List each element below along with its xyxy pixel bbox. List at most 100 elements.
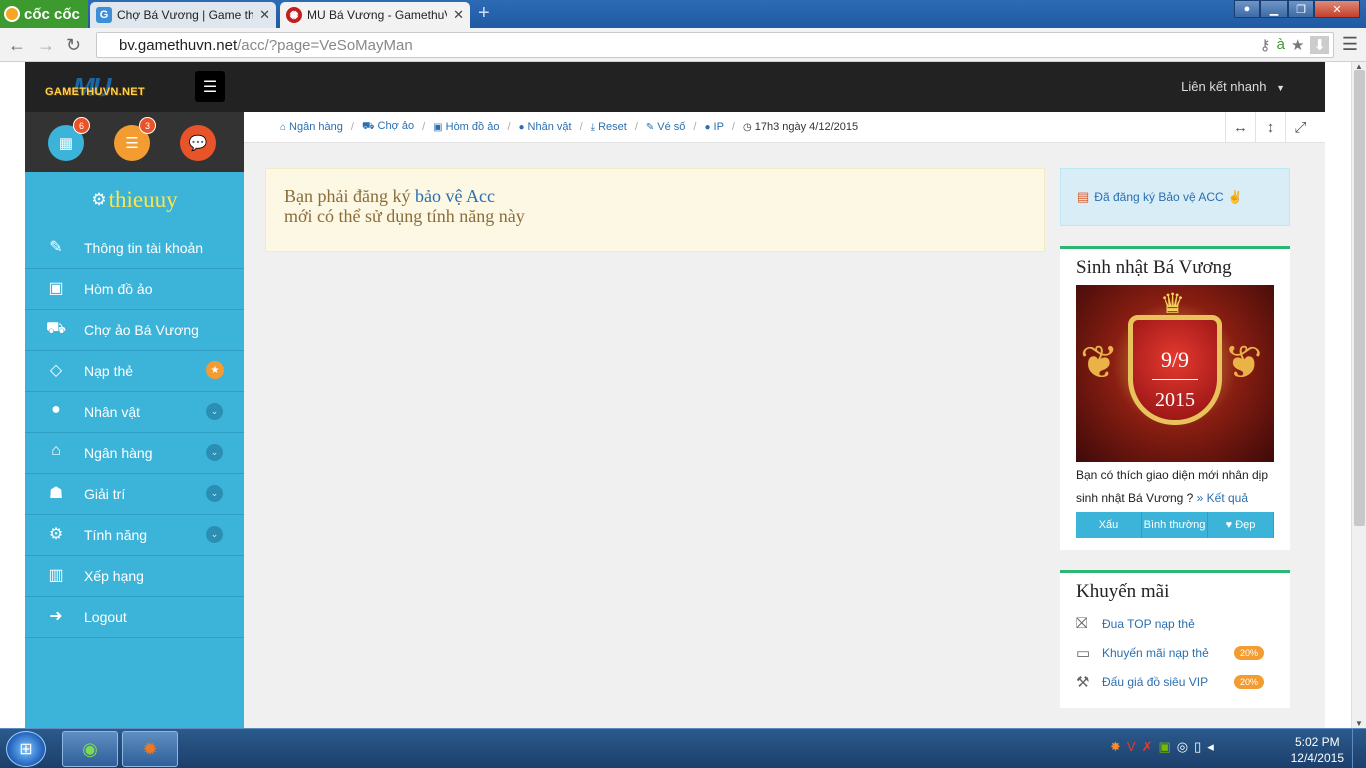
chevron-down-icon[interactable]: ⌄: [206, 485, 223, 502]
tray-app-icon[interactable]: ✸: [1110, 739, 1121, 755]
reload-icon[interactable]: ↻: [66, 35, 81, 56]
bank-icon: ⌂: [280, 122, 287, 133]
briefcase-icon: ▣: [48, 280, 64, 297]
site-logo[interactable]: MU GAMETHUVN.NET: [45, 72, 165, 104]
browser-tab-2[interactable]: ✺ MU Bá Vương - GamethuV ✕: [280, 2, 470, 28]
breadcrumb-item-market[interactable]: ⛟ Chợ ảo: [362, 120, 414, 134]
sidebar-item[interactable]: ⚙ Tính năng ⌄: [25, 515, 244, 556]
back-icon[interactable]: ←: [8, 35, 26, 56]
chat-button[interactable]: 💬: [180, 125, 216, 161]
browser-menu-icon[interactable]: ☰: [1342, 34, 1358, 55]
taskbar-game-button[interactable]: ✹: [122, 731, 178, 767]
coccoc-menu-button[interactable]: cốc cốc: [0, 0, 88, 28]
tray-nvidia-icon[interactable]: ▣: [1158, 739, 1170, 755]
forward-icon[interactable]: →: [37, 35, 55, 56]
sidebar-item[interactable]: ⛟ Chợ ảo Bá Vương: [25, 310, 244, 351]
page-scrollbar[interactable]: ▲ ▼: [1351, 62, 1366, 728]
coccoc-icon: ◉: [82, 738, 98, 759]
tray-volume-icon[interactable]: ◂: [1207, 739, 1214, 755]
calendar-button[interactable]: ▦ 6: [48, 117, 90, 161]
breadcrumb-item-inventory[interactable]: ▣ Hòm đồ ảo: [433, 121, 499, 133]
protect-status-box: ▤ Đã đăng ký Bảo vệ ACC ✌: [1060, 168, 1290, 226]
minimize-button[interactable]: ▁: [1260, 0, 1288, 18]
close-window-button[interactable]: ✕: [1314, 0, 1360, 18]
profile-icon[interactable]: ●: [1234, 0, 1260, 18]
breadcrumb-item-ip[interactable]: ● IP: [704, 121, 723, 133]
expand-vertical-icon[interactable]: ↕: [1255, 112, 1285, 143]
fullscreen-icon[interactable]: ⤢: [1285, 112, 1315, 143]
hamburger-menu-button[interactable]: ☰: [195, 71, 225, 102]
maximize-button[interactable]: ❐: [1288, 0, 1314, 18]
notification-badge: 3: [139, 117, 156, 134]
poll-question: Bạn có thích giao diện mới nhân dịp sinh…: [1076, 468, 1268, 505]
sidebar-item[interactable]: ⌂ Ngân hàng ⌄: [25, 433, 244, 474]
tray-disc-icon[interactable]: ◎: [1177, 739, 1188, 755]
sidebar-item[interactable]: ☗ Giải trí ⌄: [25, 474, 244, 515]
protect-account-link[interactable]: bảo vệ Acc: [415, 186, 495, 206]
bookmark-star-icon[interactable]: ★: [1291, 36, 1304, 54]
breadcrumb-item-character[interactable]: ● Nhân vật: [519, 121, 572, 133]
tray-x-icon[interactable]: ✗: [1142, 739, 1153, 755]
tray-network-icon[interactable]: ▯: [1194, 739, 1201, 755]
show-desktop-button[interactable]: [1352, 729, 1366, 768]
browser-tab-1[interactable]: G Chợ Bá Vương | Game thủ ✕: [90, 2, 276, 28]
key-icon[interactable]: ⚷: [1260, 36, 1271, 54]
reset-icon: ⤓: [590, 122, 596, 133]
start-button[interactable]: ⊞: [6, 731, 46, 767]
promo-item[interactable]: ⛝ Đua TOP nạp thẻ: [1076, 609, 1274, 638]
scrollbar-thumb[interactable]: [1354, 70, 1365, 526]
address-bar[interactable]: bv.gamethuvn.net/acc/?page=VeSoMayMan ⚷ …: [96, 32, 1334, 58]
ticket-icon: ✎: [645, 122, 655, 133]
scroll-down-icon[interactable]: ▼: [1355, 719, 1363, 728]
tab-favicon-g-icon: G: [96, 7, 112, 23]
promo-item[interactable]: ⚒ Đấu giá đồ siêu VIP 20%: [1076, 667, 1274, 696]
clock-icon: ◷: [742, 122, 752, 133]
promo-item[interactable]: ▭ Khuyến mãi nạp thẻ 20%: [1076, 638, 1274, 667]
sidebar-item[interactable]: ➜ Logout: [25, 597, 244, 638]
breadcrumb-item-bank[interactable]: ⌂ Ngân hàng: [280, 121, 343, 133]
user-icon: ●: [51, 401, 61, 418]
chevron-down-icon[interactable]: ⌄: [206, 526, 223, 543]
breadcrumb-item-lottery[interactable]: ✎ Vé số: [646, 121, 686, 133]
breadcrumb-item-reset[interactable]: ⤓ Reset: [591, 121, 627, 133]
cogs-icon: ⚙: [48, 526, 64, 543]
list-button[interactable]: ☰ 3: [114, 117, 156, 161]
chevron-down-icon[interactable]: ⌄: [206, 403, 223, 420]
browser-brand: cốc cốc: [24, 5, 80, 23]
vote-ugly-button[interactable]: Xấu: [1076, 512, 1142, 538]
gift-icon: ⛝: [1076, 615, 1088, 632]
taskbar-coccoc-button[interactable]: ◉: [62, 731, 118, 767]
quick-links-dropdown[interactable]: Liên kết nhanh ▼: [1181, 79, 1285, 94]
quick-links-label: Liên kết nhanh: [1181, 79, 1267, 94]
poll-result-link[interactable]: » Kết quả: [1197, 491, 1248, 505]
savior-icon[interactable]: à: [1277, 36, 1285, 54]
sidebar-item-label: Nhân vật: [84, 404, 141, 420]
tab-close-icon[interactable]: ✕: [259, 7, 270, 23]
new-tab-icon[interactable]: +: [478, 3, 490, 23]
sidebar-item[interactable]: ● Nhân vật ⌄: [25, 392, 244, 433]
site-container: MU GAMETHUVN.NET ☰ Liên kết nhanh ▼ ▦ 6 …: [25, 62, 1325, 728]
sidebar-item-label: Chợ ảo Bá Vương: [84, 322, 199, 338]
birthday-panel: Sinh nhật Bá Vương ❦ ❦ ♛ 9/9 2015 Bạn có…: [1060, 246, 1290, 550]
expand-horizontal-icon[interactable]: ↔: [1225, 112, 1255, 143]
tab-close-icon[interactable]: ✕: [453, 7, 464, 23]
taskbar-clock[interactable]: 5:02 PM 12/4/2015: [1291, 734, 1344, 766]
birthday-title: Sinh nhật Bá Vương: [1076, 257, 1232, 278]
birthday-banner: ❦ ❦ ♛ 9/9 2015: [1076, 285, 1274, 462]
cart-icon: ⛟: [45, 320, 67, 337]
sidebar-item[interactable]: ▣ Hòm đồ ảo: [25, 269, 244, 310]
sidebar-item[interactable]: ✎ Thông tin tài khoản: [25, 228, 244, 269]
percent-badge: 20%: [1234, 645, 1265, 660]
vote-normal-button[interactable]: Bình thường: [1142, 512, 1208, 538]
page-viewport: MU GAMETHUVN.NET ☰ Liên kết nhanh ▼ ▦ 6 …: [0, 62, 1351, 728]
url-host: bv.gamethuvn.net: [119, 36, 238, 54]
chevron-down-icon[interactable]: ⌄: [206, 444, 223, 461]
address-bar-icons: ⚷ à ★ ⬇: [1260, 36, 1329, 54]
sidebar-item[interactable]: ◇ Nạp thẻ ★: [25, 351, 244, 392]
layout-tools: ↔ ↕ ⤢: [1225, 112, 1315, 143]
tray-v-icon[interactable]: V: [1127, 739, 1136, 755]
caret-down-icon: ▼: [1276, 83, 1285, 93]
sidebar-item[interactable]: ▥ Xếp hạng: [25, 556, 244, 597]
vote-beautiful-button[interactable]: ♥ Đẹp: [1208, 512, 1274, 538]
download-icon[interactable]: ⬇: [1310, 36, 1329, 54]
